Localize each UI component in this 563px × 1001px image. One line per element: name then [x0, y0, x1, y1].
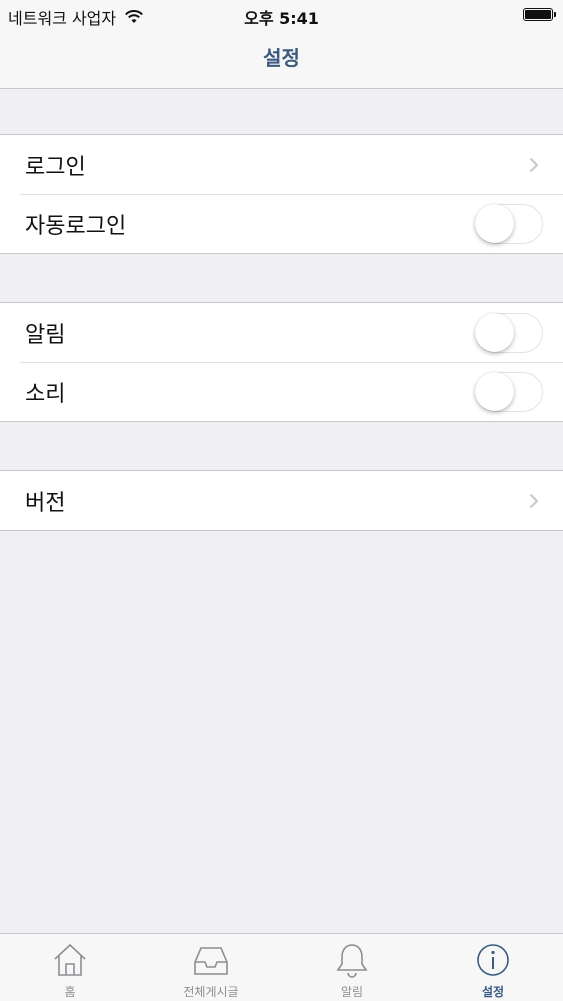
page-title: 설정 — [263, 46, 300, 70]
toggle-knob — [475, 371, 514, 411]
sound-toggle[interactable] — [475, 371, 543, 412]
setting-label: 소리 — [25, 381, 66, 407]
auto-login-toggle[interactable] — [475, 203, 543, 244]
status-time: 오후 5:41 — [244, 9, 319, 28]
toggle-knob — [475, 312, 514, 352]
navigation-bar: 설정 — [0, 30, 563, 89]
setting-row-sound: 소리 — [0, 362, 563, 421]
setting-row-auto-login: 자동로그인 — [0, 194, 563, 253]
settings-group-account: 로그인 자동로그인 — [0, 134, 563, 254]
home-icon — [54, 943, 86, 976]
settings-group-notifications: 알림 소리 — [0, 302, 563, 422]
chevron-right-icon — [529, 493, 539, 508]
toggle-knob — [475, 203, 514, 243]
tab-notifications[interactable]: 알림 — [282, 934, 422, 1001]
bell-icon — [336, 944, 368, 978]
inbox-icon — [194, 947, 228, 975]
status-bar: 네트워크 사업자 오후 5:41 — [0, 0, 563, 30]
setting-label: 로그인 — [25, 154, 86, 180]
setting-label: 알림 — [25, 322, 66, 348]
settings-group-info: 버전 — [0, 470, 563, 531]
tab-label: 홈 — [64, 985, 76, 999]
tab-home[interactable]: 홈 — [0, 934, 140, 1001]
chevron-right-icon — [529, 157, 539, 172]
tab-settings[interactable]: 설정 — [423, 934, 563, 1001]
tab-bar: 홈 전체게시글 알림 설정 — [0, 933, 563, 1001]
setting-row-notifications: 알림 — [0, 303, 563, 362]
setting-label: 버전 — [25, 490, 66, 516]
notifications-toggle[interactable] — [475, 312, 543, 353]
tab-label: 전체게시글 — [183, 985, 239, 999]
setting-row-login[interactable]: 로그인 — [0, 135, 563, 194]
battery-icon — [523, 8, 556, 21]
tab-all-posts[interactable]: 전체게시글 — [141, 934, 281, 1001]
setting-row-version[interactable]: 버전 — [0, 471, 563, 530]
info-icon — [477, 944, 509, 976]
tab-label: 알림 — [340, 985, 364, 999]
tab-label: 설정 — [481, 985, 505, 999]
setting-label: 자동로그인 — [25, 213, 127, 239]
